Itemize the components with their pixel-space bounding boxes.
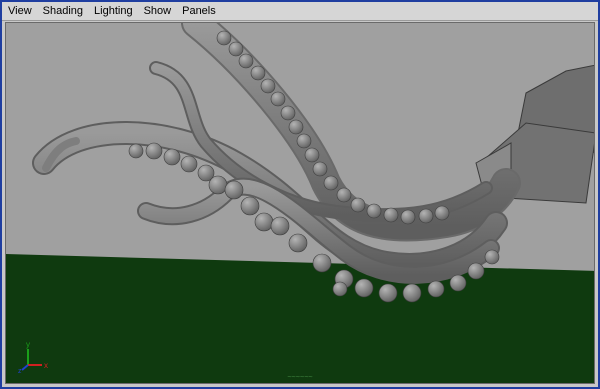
axis-z-line	[21, 364, 29, 371]
menu-shading[interactable]: Shading	[37, 2, 88, 20]
scene-render	[6, 23, 594, 383]
viewport-status-readout: ~~~~~~	[287, 373, 313, 381]
axis-gizmo: y x z	[18, 339, 52, 373]
3d-viewport[interactable]: y x z ~~~~~~	[5, 22, 595, 384]
axis-x-label: x	[44, 361, 48, 370]
axis-y-label: y	[26, 340, 30, 349]
menu-lighting[interactable]: Lighting	[88, 2, 138, 20]
menu-panels[interactable]: Panels	[176, 2, 221, 20]
menu-view[interactable]: View	[2, 2, 37, 20]
ground-plane	[6, 254, 594, 383]
viewport-menubar: View Shading Lighting Show Panels	[2, 2, 598, 21]
viewport-window: View Shading Lighting Show Panels y x z …	[0, 0, 600, 389]
menu-show[interactable]: Show	[138, 2, 177, 20]
